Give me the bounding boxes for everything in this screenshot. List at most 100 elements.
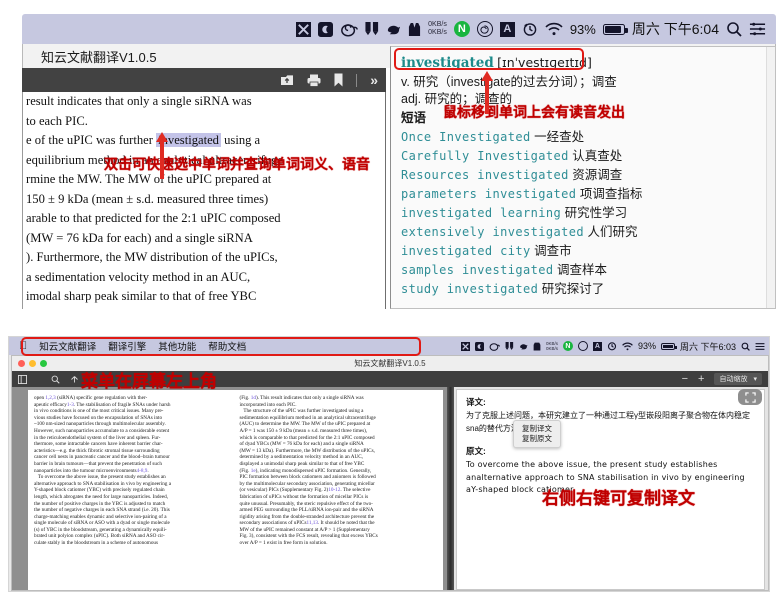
- pdf-page[interactable]: open 1,2,3 (siRNA) specific gene regulat…: [28, 390, 443, 591]
- context-menu-item-copy-translation[interactable]: 复制译文: [522, 424, 552, 434]
- n-app-icon[interactable]: N: [454, 21, 470, 37]
- search-icon[interactable]: [726, 21, 742, 37]
- battery-percent-bottom: 93%: [638, 341, 656, 351]
- dictionary-scrollbar[interactable]: [766, 47, 775, 308]
- pdf-body-text-left: open 1,2,3 (siRNA) specific gene regulat…: [34, 395, 232, 547]
- network-up-speed: 0KB/s: [428, 21, 447, 28]
- bookmark-icon[interactable]: [334, 73, 343, 87]
- annotation-double-click: 双击可快速选中单词并查询单词词义、语音: [104, 154, 370, 174]
- phrase-english: Carefully Investigated: [401, 149, 569, 163]
- pdf-column-right: (Fig. 1d). This result indicates that on…: [240, 395, 438, 591]
- more-tools-icon[interactable]: »: [370, 73, 378, 87]
- dictionary-word[interactable]: investigated: [401, 55, 494, 71]
- pdf-line: ating monodispersed uPIC formation. Gene…: [23, 307, 385, 310]
- zoom-mode-label: 自动缩放: [719, 374, 747, 384]
- battery-icon: [603, 24, 625, 35]
- pdf-viewer-bottom[interactable]: open 1,2,3 (siRNA) specific gene regulat…: [12, 387, 447, 591]
- print-icon[interactable]: [307, 74, 321, 87]
- dictionary-phrase: study investigated 研究探讨了: [401, 280, 763, 299]
- snail-app-icon[interactable]: [489, 342, 500, 351]
- dictionary-phrase: Resources investigated 资源调查: [401, 166, 763, 185]
- moon-app-icon[interactable]: [475, 342, 484, 351]
- fullscreen-button[interactable]: [738, 389, 762, 405]
- phrase-chinese: 一经查处: [534, 130, 584, 144]
- phrase-english: investigated learning: [401, 206, 561, 220]
- x-app-icon[interactable]: [461, 342, 470, 351]
- network-speed-indicator-bottom: 0KB/s 0KB/s: [546, 341, 558, 351]
- phrase-english: Once Investigated: [401, 130, 531, 144]
- phrase-chinese: 调查样本: [557, 263, 607, 277]
- vest-app-icon[interactable]: [408, 22, 421, 37]
- control-center-icon-bottom[interactable]: [755, 342, 765, 351]
- translation-source-label: 原文:: [466, 445, 755, 457]
- battery-percent: 93%: [570, 22, 596, 37]
- dictionary-phrase: Carefully Investigated 认真查处: [401, 147, 763, 166]
- snail-app-icon[interactable]: [340, 22, 358, 37]
- page-nav-icon[interactable]: [70, 375, 79, 384]
- apple-logo-icon[interactable]: : [19, 340, 27, 352]
- x-app-icon[interactable]: [296, 22, 311, 37]
- phrase-chinese: 项调查指标: [580, 187, 643, 201]
- dictionary-phrase: Once Investigated 一经查处: [401, 128, 763, 147]
- zoom-mode-select[interactable]: 自动缩放 ▾: [714, 373, 762, 385]
- dictionary-phonetic: [ɪnˈvestɪɡeɪtɪd]: [497, 55, 592, 70]
- bird-app-icon[interactable]: [519, 342, 528, 351]
- moon-app-icon[interactable]: [318, 22, 333, 37]
- dictionary-panel: investigated [ɪnˈvestɪɡeɪtɪd] v. 研究（inve…: [390, 46, 776, 309]
- pdf-text-area-top[interactable]: result indicates that only a single siRN…: [22, 92, 386, 309]
- top-zoomed-panel: 0KB/s 0KB/s N A 93% 周六 下午6:04: [0, 0, 778, 320]
- phrase-chinese: 调查市: [534, 244, 572, 258]
- annotation-menu-location: 菜单在屏幕左上角: [81, 367, 217, 392]
- menubar-status-icons-bottom: 0KB/s 0KB/s N A 93% 周六 下午6:03: [461, 340, 770, 353]
- app-window-title: 知云文献翻译V1.0.5: [23, 47, 157, 66]
- menu-item-2[interactable]: 其他功能: [158, 339, 196, 353]
- annotation-arrow-up-2: [160, 141, 164, 179]
- pdf-toolbar-top: »: [22, 68, 386, 92]
- menubar-status-icons: 0KB/s 0KB/s N A 93% 周六 下午6:04: [296, 19, 776, 39]
- zoom-in-button[interactable]: +: [698, 373, 704, 385]
- pdf-line-suffix: using a: [221, 133, 260, 147]
- phrase-english: Resources investigated: [401, 168, 569, 182]
- time-machine-icon[interactable]: [607, 341, 617, 351]
- time-machine-icon[interactable]: [522, 21, 538, 37]
- input-method-icon[interactable]: A: [593, 342, 602, 351]
- clock-label[interactable]: 周六 下午6:04: [632, 19, 719, 39]
- context-menu[interactable]: 复制译文 复制原文: [513, 420, 561, 448]
- bird-app-icon[interactable]: [386, 22, 401, 37]
- control-center-icon[interactable]: [749, 22, 766, 36]
- menu-item-3[interactable]: 帮助文档: [208, 339, 246, 353]
- search-icon-pdf[interactable]: [51, 375, 60, 384]
- zoom-controls: − + 自动缩放 ▾: [682, 373, 762, 385]
- wifi-icon[interactable]: [545, 22, 563, 36]
- panel-splitter[interactable]: [447, 387, 454, 591]
- network-speed-indicator: 0KB/s 0KB/s: [428, 21, 447, 37]
- pdf-line-with-selection: e of the uPIC was further investigated u…: [23, 131, 385, 151]
- wifi-icon[interactable]: [622, 342, 633, 351]
- dictionary-phrase: samples investigated 调查样本: [401, 261, 763, 280]
- context-menu-item-copy-source[interactable]: 复制原文: [522, 434, 552, 444]
- spiral-app-icon[interactable]: [477, 21, 493, 37]
- scissors-app-icon[interactable]: [505, 342, 514, 351]
- menu-item-1[interactable]: 翻译引擎: [108, 339, 146, 353]
- vest-app-icon[interactable]: [533, 342, 541, 351]
- clock-label-bottom[interactable]: 周六 下午6:03: [680, 340, 736, 353]
- app-menu-items:  知云文献翻译 翻译引擎 其他功能 帮助文档: [9, 339, 246, 353]
- pdf-line: imodal sharp peak similar to that of fre…: [23, 287, 385, 307]
- pdf-line: 150 ± 9 kDa (mean ± s.d. measured three …: [23, 190, 385, 210]
- dictionary-headword-row: investigated [ɪnˈvestɪɡeɪtɪd]: [401, 55, 763, 71]
- translation-target-text: 为了克服上述问题，本研究建立了一种通过工程γ型嵌段阳离子聚合物在体内稳定sna的…: [466, 410, 755, 435]
- zoom-out-button[interactable]: −: [682, 373, 688, 385]
- upload-icon[interactable]: [280, 73, 294, 87]
- toolbar-divider: [356, 74, 357, 87]
- sidebar-icon[interactable]: [18, 375, 27, 384]
- search-icon-bottom[interactable]: [741, 342, 750, 351]
- n-app-icon[interactable]: N: [563, 341, 573, 351]
- chevron-down-icon: ▾: [753, 375, 757, 383]
- bottom-full-window-panel:  知云文献翻译 翻译引擎 其他功能 帮助文档 0KB/s 0KB/s N A …: [8, 336, 770, 592]
- pdf-column-left: open 1,2,3 (siRNA) specific gene regulat…: [34, 395, 232, 591]
- pdf-line: ). Furthermore, the MW distribution of t…: [23, 248, 385, 268]
- input-method-icon[interactable]: A: [500, 22, 515, 37]
- spiral-app-icon[interactable]: [578, 341, 588, 351]
- menu-item-0[interactable]: 知云文献翻译: [39, 339, 96, 353]
- scissors-app-icon[interactable]: [365, 22, 379, 37]
